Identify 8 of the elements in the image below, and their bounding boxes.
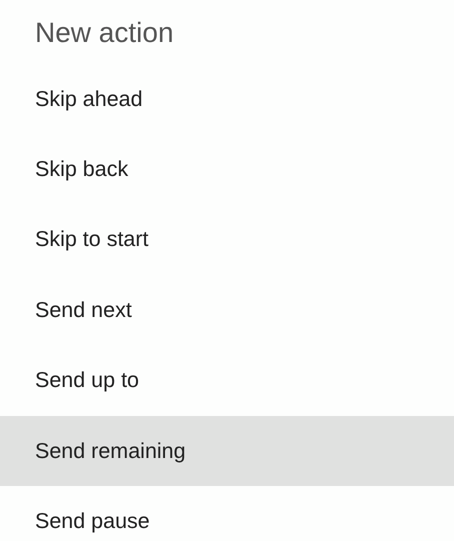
menu-item[interactable]: Skip to start: [0, 204, 454, 276]
menu-item[interactable]: Skip back: [0, 134, 454, 205]
dialog-title: New action: [34, 16, 175, 50]
menu-item[interactable]: Send pause: [0, 486, 454, 541]
menu-item[interactable]: Send up to: [0, 346, 454, 416]
menu-item[interactable]: Send remaining: [0, 416, 454, 486]
menu-item[interactable]: Skip ahead: [0, 64, 454, 134]
menu-item[interactable]: Send next: [0, 275, 454, 346]
